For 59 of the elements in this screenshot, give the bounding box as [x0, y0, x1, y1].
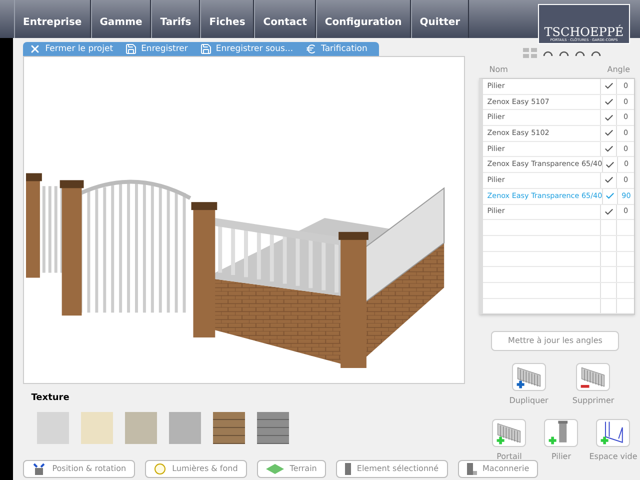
- menu-item[interactable]: Fiches: [200, 0, 254, 38]
- logo-name: TSCHOEPPÉ: [544, 26, 624, 38]
- texture-swatch[interactable]: [169, 412, 202, 444]
- texture-title: Texture: [31, 392, 70, 405]
- check-icon[interactable]: [605, 160, 616, 170]
- update-angles-button[interactable]: Mettre à jour les angles: [491, 331, 620, 352]
- arrows-icon: [32, 462, 46, 474]
- check-icon[interactable]: [604, 128, 614, 138]
- loading-arc-icon: [543, 50, 554, 56]
- panel-tab[interactable]: Terrain: [256, 460, 326, 478]
- loading-arc-icon: [575, 50, 586, 56]
- menu-item[interactable]: Entreprise: [14, 0, 91, 38]
- add-button[interactable]: [596, 419, 630, 448]
- action-label: Supprimer: [572, 395, 614, 408]
- action-button[interactable]: [576, 363, 610, 392]
- toolbar-button[interactable]: Enregistrer sous...: [200, 42, 294, 56]
- panel-tab[interactable]: Position & rotation: [23, 460, 136, 478]
- check-icon[interactable]: [604, 144, 614, 154]
- close-icon: [29, 43, 42, 55]
- add-button[interactable]: [544, 419, 578, 448]
- check-icon[interactable]: [604, 112, 614, 123]
- loading-arc-icon: [559, 50, 570, 56]
- panel-tab[interactable]: Element sélectionné: [336, 460, 448, 478]
- column-header: Nom: [489, 64, 509, 76]
- stone-texture-swatch[interactable]: [257, 412, 290, 444]
- check-icon[interactable]: [604, 206, 614, 217]
- pillar-icon: [344, 462, 351, 474]
- loading-arc-icon: [591, 50, 602, 56]
- bulb-icon: [154, 462, 166, 474]
- brick-texture-swatch[interactable]: [213, 412, 246, 444]
- texture-swatch[interactable]: [81, 412, 114, 444]
- menu-item[interactable]: Quitter: [410, 0, 470, 38]
- texture-swatch[interactable]: [125, 412, 158, 444]
- euro-icon: [305, 43, 318, 55]
- terrain-icon: [266, 464, 284, 474]
- action-label: Dupliquer: [509, 395, 548, 408]
- menu-item[interactable]: Configuration: [316, 0, 411, 38]
- menu-item[interactable]: Tarifs: [151, 0, 200, 38]
- check-icon[interactable]: [605, 191, 616, 202]
- menu-item[interactable]: Contact: [254, 0, 316, 38]
- floppy-icon: [200, 43, 212, 55]
- texture-swatch[interactable]: [37, 412, 70, 444]
- floppy-icon: [125, 43, 138, 55]
- menu-item[interactable]: Gamme: [90, 0, 152, 38]
- column-header: Angle: [607, 64, 630, 76]
- toolbar-button[interactable]: Fermer le projet: [29, 42, 114, 56]
- panel-tab[interactable]: Lumières & fond: [145, 460, 247, 478]
- check-icon[interactable]: [604, 97, 614, 108]
- action-button[interactable]: [512, 363, 546, 392]
- grid-icon: [523, 48, 538, 58]
- pillar-icon: [466, 462, 477, 474]
- add-button[interactable]: [492, 419, 526, 448]
- toolbar-button[interactable]: Tarification: [305, 42, 368, 56]
- check-icon[interactable]: [604, 81, 614, 92]
- toolbar-button[interactable]: Enregistrer: [125, 42, 188, 56]
- add-label: Espace vide: [589, 451, 638, 464]
- check-icon[interactable]: [604, 175, 614, 186]
- add-label: Pilier: [551, 451, 571, 464]
- panel-tab[interactable]: Maconnerie: [458, 460, 538, 478]
